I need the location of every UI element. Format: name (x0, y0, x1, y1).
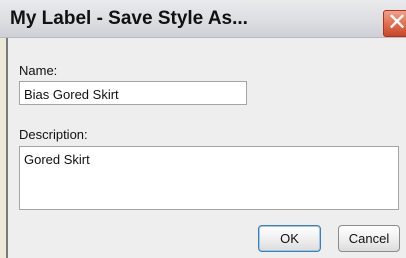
cancel-button[interactable]: Cancel (338, 225, 400, 252)
description-label: Description: (19, 127, 88, 142)
close-icon: ✕ (387, 9, 406, 36)
title-bar[interactable]: My Label - Save Style As... ✕ (0, 0, 406, 38)
description-value: Gored Skirt (24, 152, 90, 167)
dialog-title: My Label - Save Style As... (10, 8, 248, 29)
name-label: Name: (19, 63, 58, 78)
ok-button[interactable]: OK (258, 225, 321, 252)
dialog-body: Name: Bias Gored Skirt Description: Gore… (8, 38, 406, 258)
description-field[interactable]: Gored Skirt (19, 146, 399, 210)
save-style-dialog: My Label - Save Style As... ✕ Name: Bias… (0, 0, 406, 258)
close-button[interactable]: ✕ (383, 9, 406, 37)
name-value: Bias Gored Skirt (24, 87, 119, 102)
name-field[interactable]: Bias Gored Skirt (19, 81, 247, 105)
